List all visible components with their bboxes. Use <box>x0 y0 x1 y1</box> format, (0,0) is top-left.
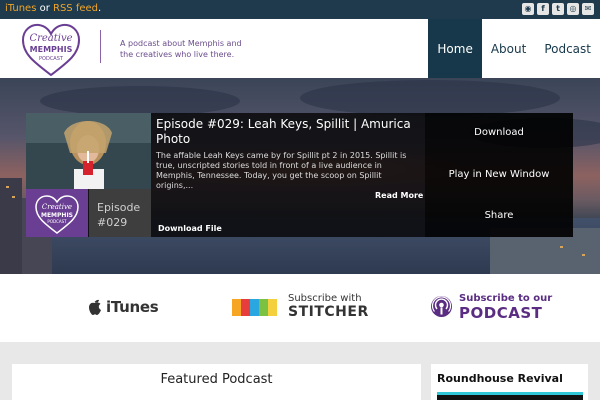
episode-card: Creative MEMPHIS PODCAST Episode #029 Ep… <box>26 113 573 237</box>
featured-podcast-section: Featured Podcast <box>12 364 421 400</box>
thumb-logo-word-podcast: PODCAST <box>47 219 67 224</box>
stitcher-bar <box>268 299 277 316</box>
podcast-sub-line-1: Subscribe to our <box>459 293 553 304</box>
email-icon[interactable]: ✉ <box>582 3 594 15</box>
logo-word-creative: Creative <box>29 33 72 44</box>
feed-links: iTunes or RSS feed. <box>5 3 101 14</box>
itunes-subscribe-button[interactable]: iTunes <box>86 297 159 316</box>
episode-photo <box>26 113 151 189</box>
read-more-link[interactable]: Read More <box>375 191 423 200</box>
cloud <box>40 86 240 116</box>
facebook-icon[interactable]: f <box>537 3 549 15</box>
nav-about[interactable]: About <box>482 19 535 78</box>
apple-icon <box>89 299 101 315</box>
cloud <box>300 80 560 116</box>
nav-podcast[interactable]: Podcast <box>535 19 600 78</box>
period-text: . <box>98 3 102 14</box>
stitcher-line-1: Subscribe with <box>288 293 362 304</box>
thumb-logo-word-creative: Creative <box>42 203 72 211</box>
share-button[interactable]: Share <box>425 210 573 221</box>
podcast-icon[interactable]: ◉ <box>522 3 534 15</box>
left-building <box>0 178 22 274</box>
stitcher-wordmark: STITCHER <box>288 304 369 320</box>
episode-title[interactable]: Episode #029: Leah Keys, Spillit | Amuri… <box>156 117 418 147</box>
rss-feed-link[interactable]: RSS feed <box>53 3 98 14</box>
site-header: Creative MEMPHIS PODCAST A podcast about… <box>0 19 600 78</box>
podcast-subscribe-button[interactable]: Subscribe to our PODCAST <box>430 293 553 323</box>
episode-description: The affable Leah Keys came by for Spilli… <box>156 151 407 190</box>
stitcher-bar <box>232 299 241 316</box>
building-light <box>12 196 15 198</box>
subscribe-strip: iTunes Subscribe with STITCHER Subscribe… <box>0 274 600 342</box>
thumb-logo-word-memphis: MEMPHIS <box>41 212 73 219</box>
download-button[interactable]: Download <box>425 127 573 138</box>
episode-number-box: Episode #029 <box>89 189 151 237</box>
stitcher-subscribe-button[interactable]: Subscribe with STITCHER <box>232 293 372 321</box>
top-bar: iTunes or RSS feed. ◉ f t ◎ ✉ <box>0 0 600 19</box>
episode-logo-thumbnail: Creative MEMPHIS PODCAST <box>26 189 88 237</box>
sidebar-widget: Roundhouse Revival <box>431 364 588 400</box>
nav-home[interactable]: Home <box>428 19 482 78</box>
building-light <box>582 254 585 256</box>
podcast-sub-wordmark: PODCAST <box>459 304 543 322</box>
header-divider <box>100 30 101 63</box>
sidebar-heading[interactable]: Roundhouse Revival <box>437 372 563 385</box>
podcast-broadcast-icon <box>431 296 452 317</box>
building-light <box>560 246 563 248</box>
tagline: A podcast about Memphis and the creative… <box>120 38 250 60</box>
logo-word-podcast: PODCAST <box>39 56 64 62</box>
instagram-icon[interactable]: ◎ <box>567 3 579 15</box>
hero-banner: Creative MEMPHIS PODCAST Episode #029 Ep… <box>0 78 600 274</box>
sidebar-banner-image[interactable] <box>437 392 583 400</box>
episode-number: #029 <box>97 216 128 229</box>
twitter-icon[interactable]: t <box>552 3 564 15</box>
stitcher-bar <box>250 299 259 316</box>
play-in-new-window-button[interactable]: Play in New Window <box>425 169 573 180</box>
content-area: Featured Podcast Roundhouse Revival <box>0 342 600 400</box>
stitcher-logo-icon <box>232 299 277 316</box>
building-light <box>6 186 9 188</box>
itunes-link[interactable]: iTunes <box>5 3 36 14</box>
logo-word-memphis: MEMPHIS <box>30 45 73 54</box>
episode-info-panel: Creative MEMPHIS PODCAST Episode #029 Ep… <box>26 113 425 237</box>
stitcher-bar <box>241 299 250 316</box>
tagline-line-2: the creatives who live there. <box>120 50 235 59</box>
itunes-wordmark: iTunes <box>106 297 159 316</box>
featured-podcast-heading: Featured Podcast <box>160 372 273 387</box>
or-text: or <box>36 3 53 14</box>
creative-memphis-logo[interactable]: Creative MEMPHIS PODCAST <box>20 22 82 77</box>
tagline-line-1: A podcast about Memphis and <box>120 39 242 48</box>
download-file-link[interactable]: Download File <box>158 224 222 233</box>
main-nav: Home About Podcast <box>428 19 600 78</box>
social-icons: ◉ f t ◎ ✉ <box>522 3 594 15</box>
stitcher-bar <box>259 299 268 316</box>
episode-label: Episode <box>97 201 141 214</box>
episode-actions: Download Play in New Window Share <box>425 113 573 237</box>
